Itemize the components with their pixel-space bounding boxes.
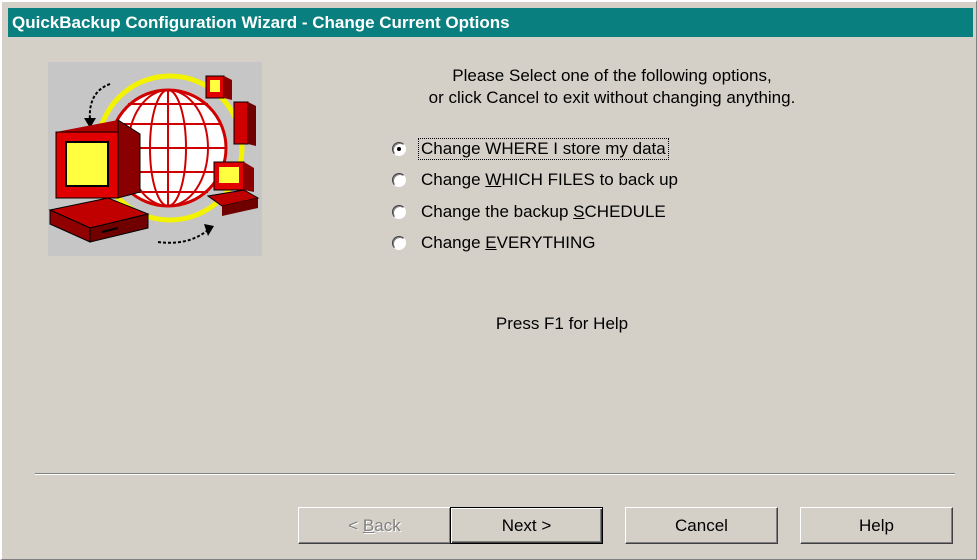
option-label: Change WHICH FILES to back up [421,170,679,189]
cancel-button[interactable]: Cancel [625,507,778,544]
instruction-line-1: Please Select one of the following optio… [452,66,772,85]
option-label: Change EVERYTHING [421,233,596,252]
window-title: QuickBackup Configuration Wizard - Chang… [12,13,510,32]
radio-button[interactable] [392,205,406,219]
option-label: Change the backup SCHEDULE [421,202,666,221]
network-computers-globe-icon [48,62,262,256]
radio-button-selected[interactable] [392,142,406,156]
instruction-line-2: or click Cancel to exit without changing… [428,88,796,107]
next-button[interactable]: Next > [450,507,603,544]
radio-button[interactable] [392,173,406,187]
separator [35,473,955,475]
option-label: Change WHERE I store my data [418,138,669,160]
title-bar: QuickBackup Configuration Wizard - Chang… [8,8,973,37]
instruction-text: Please Select one of the following optio… [362,65,862,109]
wizard-window: QuickBackup Configuration Wizard - Chang… [0,0,977,560]
help-hint: Press F1 for Help [495,314,629,333]
help-button[interactable]: Help [800,507,953,544]
back-button[interactable]: < Back [298,507,451,544]
radio-button[interactable] [392,236,406,250]
